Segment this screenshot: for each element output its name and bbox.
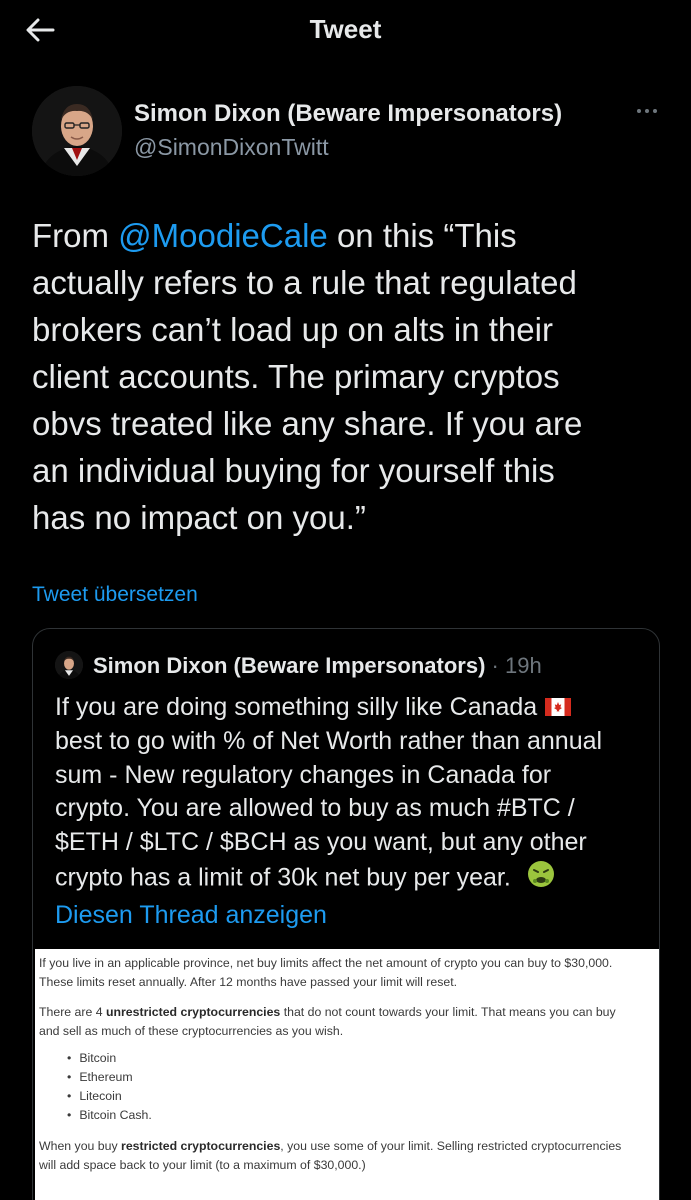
quoted-tweet[interactable]: Simon Dixon (Beware Impersonators) · 19h…: [32, 628, 660, 1200]
author-name[interactable]: Simon Dixon (Beware Impersonators): [134, 100, 562, 128]
quoted-avatar: [55, 651, 83, 679]
quoted-text-line: If you are doing something silly like Ca…: [55, 691, 645, 725]
image-text-line: When you buy restricted cryptocurrencies…: [39, 1139, 622, 1153]
author-handle[interactable]: @SimonDixonTwitt: [134, 134, 329, 161]
image-text-line: and sell as much of these cryptocurrenci…: [39, 1024, 344, 1038]
tweet-text-line: has no impact on you.”: [32, 499, 366, 536]
tweet-text-line: an individual buying for yourself this: [32, 452, 555, 489]
list-item: Bitcoin: [67, 1049, 659, 1068]
quoted-text-line: crypto has a limit of 30k net buy per ye…: [55, 859, 645, 899]
tweet-author: Simon Dixon (Beware Impersonators) @Simo…: [32, 86, 662, 176]
quoted-text: If you are doing something silly like Ca…: [55, 691, 645, 899]
translate-tweet-link[interactable]: Tweet übersetzen: [32, 583, 198, 607]
tweet-text-line: brokers can’t load up on alts in their: [32, 311, 553, 348]
top-bar: Tweet: [0, 0, 691, 62]
show-thread-link[interactable]: Diesen Thread anzeigen: [55, 901, 327, 930]
quoted-separator: ·: [485, 653, 505, 678]
image-text-line: will add space back to your limit (to a …: [39, 1158, 366, 1172]
quoted-image[interactable]: If you live in an applicable province, n…: [35, 949, 659, 1200]
nauseated-face-icon: [526, 859, 556, 899]
tweet-text: From @MoodieCale on this “This actually …: [32, 212, 662, 541]
quoted-text-line: $ETH / $LTC / $BCH as you want, but any …: [55, 827, 587, 856]
image-paragraph: If you live in an applicable province, n…: [39, 954, 659, 992]
more-options-icon[interactable]: [632, 100, 662, 122]
list-item: Litecoin: [67, 1087, 659, 1106]
image-text-line: These limits reset annually. After 12 mo…: [39, 975, 458, 989]
mention-link[interactable]: @MoodieCale: [118, 217, 328, 254]
coin-list: Bitcoin Ethereum Litecoin Bitcoin Cash.: [67, 1049, 659, 1125]
image-paragraph: When you buy restricted cryptocurrencies…: [39, 1137, 659, 1175]
quoted-header: Simon Dixon (Beware Impersonators) · 19h: [93, 653, 542, 679]
image-paragraph: There are 4 unrestricted cryptocurrencie…: [39, 1003, 659, 1041]
list-item: Ethereum: [67, 1068, 659, 1087]
image-text-line: There are 4 unrestricted cryptocurrencie…: [39, 1005, 616, 1019]
quoted-text-line: best to go with % of Net Worth rather th…: [55, 727, 603, 756]
quoted-text-line: sum - New regulatory changes in Canada f…: [55, 760, 552, 789]
page-title: Tweet: [309, 14, 382, 44]
quoted-author-name: Simon Dixon (Beware Impersonators): [93, 653, 486, 678]
canada-flag-icon: [545, 692, 572, 726]
tweet-text-line: client accounts. The primary cryptos: [32, 358, 560, 395]
tweet-text-line: actually refers to a rule that regulated: [32, 264, 577, 301]
quoted-text-line: crypto. You are allowed to buy as much #…: [55, 794, 575, 823]
tweet-text-line: From @MoodieCale on this “This: [32, 217, 517, 254]
avatar[interactable]: [32, 86, 122, 176]
tweet-text-line: obvs treated like any share. If you are: [32, 405, 583, 442]
quoted-timestamp: 19h: [504, 653, 542, 678]
list-item: Bitcoin Cash.: [67, 1106, 659, 1125]
image-text-line: If you live in an applicable province, n…: [39, 956, 613, 970]
